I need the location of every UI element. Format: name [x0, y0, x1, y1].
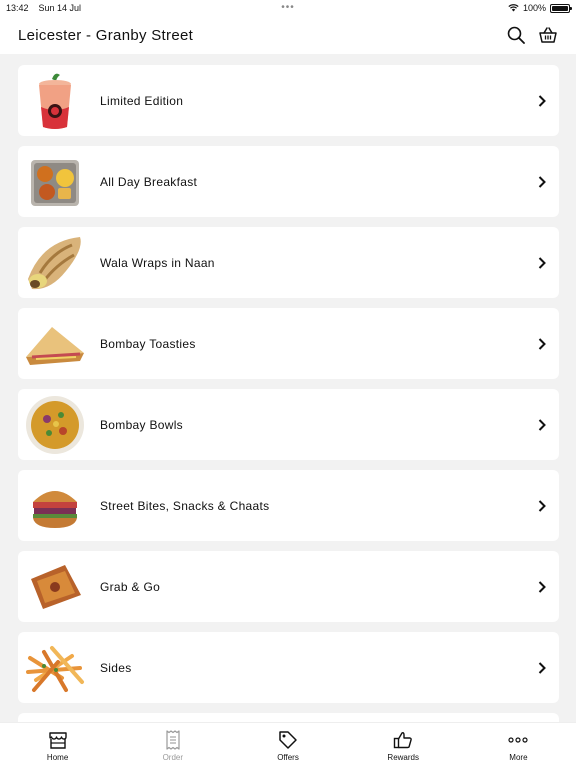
category-card-sides[interactable]: Sides [18, 632, 559, 703]
category-card-street-bites[interactable]: Street Bites, Snacks & Chaats [18, 470, 559, 541]
search-icon[interactable] [506, 25, 526, 45]
tab-label: Rewards [387, 752, 419, 762]
more-dots-icon [507, 730, 529, 750]
status-date: Sun 14 Jul [38, 3, 82, 13]
tab-offers[interactable]: Offers [230, 723, 345, 768]
tab-order[interactable]: Order [115, 723, 230, 768]
thumbs-up-icon [392, 730, 414, 750]
category-card-bombay-bowls[interactable]: Bombay Bowls [18, 389, 559, 460]
battery-icon [550, 3, 572, 13]
tab-label: Order [162, 752, 184, 762]
chevron-right-icon [538, 94, 546, 107]
naan-wrap-image [20, 228, 90, 298]
tab-more[interactable]: More [461, 723, 576, 768]
store-icon [47, 730, 69, 750]
battery-percent: 100% [522, 3, 546, 13]
category-label: Grab & Go [100, 579, 161, 594]
category-label: Limited Edition [100, 93, 184, 108]
category-label: All Day Breakfast [100, 174, 198, 189]
bun-burger-image [20, 471, 90, 541]
category-card-all-day-breakfast[interactable]: All Day Breakfast [18, 146, 559, 217]
tab-rewards[interactable]: Rewards [346, 723, 461, 768]
drink-cup-image [20, 66, 90, 136]
tab-home[interactable]: Home [0, 723, 115, 768]
status-bar: 13:42 Sun 14 Jul ••• 100% [0, 0, 576, 16]
tag-icon [277, 730, 299, 750]
chevron-right-icon [538, 418, 546, 431]
category-card-bombay-toasties[interactable]: Bombay Toasties [18, 308, 559, 379]
tab-label: Home [46, 752, 69, 762]
tab-bar: Home Order Offers Rewards More [0, 722, 576, 768]
tab-label: More [509, 752, 528, 762]
category-label: Bombay Toasties [100, 336, 196, 351]
category-card-wala-wraps[interactable]: Wala Wraps in Naan [18, 227, 559, 298]
multitasking-dots-icon[interactable]: ••• [281, 2, 295, 13]
wifi-icon [508, 4, 519, 12]
chevron-right-icon [538, 175, 546, 188]
samosa-pastry-image [20, 552, 90, 622]
category-label: Bombay Bowls [100, 417, 183, 432]
status-time: 13:42 [6, 3, 29, 13]
category-card-grab-and-go[interactable]: Grab & Go [18, 551, 559, 622]
receipt-icon [162, 729, 184, 750]
basket-icon[interactable] [538, 25, 558, 45]
category-card-limited-edition[interactable]: Limited Edition [18, 65, 559, 136]
rice-bowl-image [20, 390, 90, 460]
category-label: Wala Wraps in Naan [100, 255, 215, 270]
breakfast-platter-image [20, 147, 90, 217]
chevron-right-icon [538, 256, 546, 269]
fries-image [20, 633, 90, 703]
page-title: Leicester - Granby Street [18, 26, 194, 44]
chevron-right-icon [538, 499, 546, 512]
chevron-right-icon [538, 337, 546, 350]
chevron-right-icon [538, 580, 546, 593]
header: Leicester - Granby Street [0, 16, 576, 54]
category-label: Sides [100, 660, 132, 675]
category-label: Street Bites, Snacks & Chaats [100, 498, 270, 513]
toastie-image [20, 309, 90, 379]
tab-label: Offers [277, 752, 299, 762]
chevron-right-icon [538, 661, 546, 674]
category-list: Limited Edition All Day Breakfast Wala W… [18, 65, 559, 713]
